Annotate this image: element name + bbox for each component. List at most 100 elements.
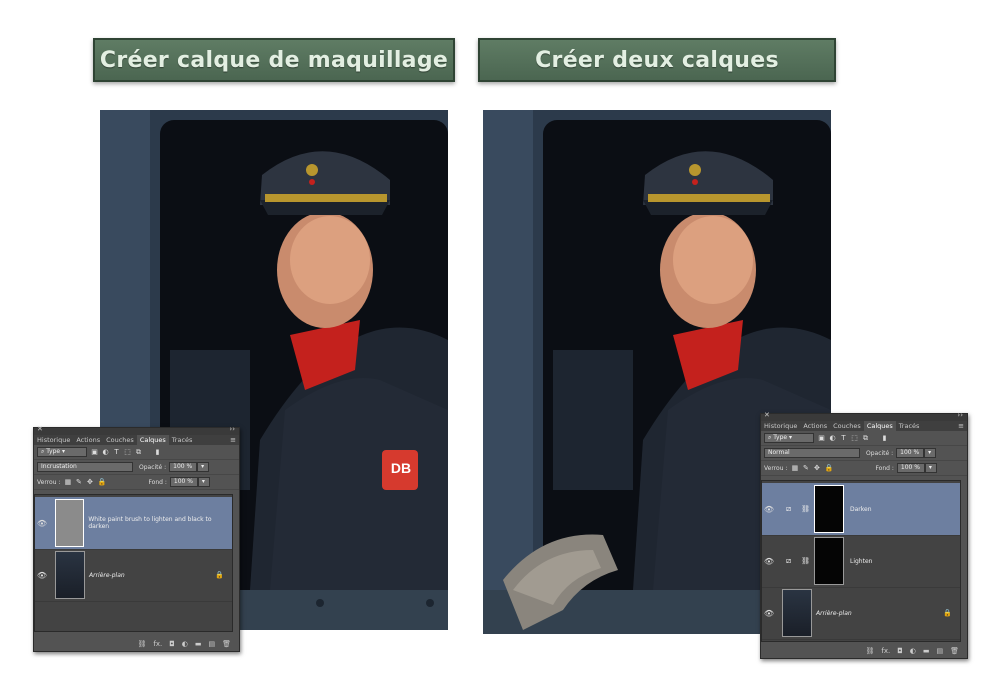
filter-toggle-icon[interactable]: ▮ bbox=[154, 448, 161, 456]
visibility-eye-icon[interactable]: 👁 bbox=[762, 609, 776, 618]
blend-mode-value: Normal bbox=[768, 449, 790, 456]
panel-tabs: Historique Actions Couches Calques Tracé… bbox=[761, 421, 967, 431]
type-filter-icon[interactable]: T bbox=[840, 434, 847, 442]
filter-select[interactable]: ⌕ Type ▾ bbox=[764, 433, 814, 443]
fill-input[interactable]: 100 % bbox=[896, 463, 925, 473]
adjustment-icon[interactable]: ◐ bbox=[910, 647, 916, 655]
chain-icon[interactable]: ⛓ bbox=[801, 505, 810, 513]
layer-row-makeup[interactable]: 👁 White paint brush to lighten and black… bbox=[35, 497, 232, 550]
layer-name: Darken bbox=[849, 505, 872, 513]
visibility-eye-icon[interactable]: 👁 bbox=[35, 571, 49, 580]
blend-mode-select[interactable]: Incrustation bbox=[37, 462, 133, 472]
folder-icon[interactable]: ▬ bbox=[923, 647, 930, 655]
fill-label: Fond : bbox=[875, 464, 894, 472]
fill-dropdown[interactable]: ▾ bbox=[924, 463, 937, 473]
new-layer-icon[interactable]: ▤ bbox=[936, 647, 943, 655]
new-layer-icon[interactable]: ▤ bbox=[208, 640, 215, 648]
adjustment-filter-icon[interactable]: ◐ bbox=[102, 448, 109, 456]
type-filter-icon[interactable]: T bbox=[113, 448, 120, 456]
lock-transparency-icon[interactable]: ▦ bbox=[64, 478, 72, 486]
layer-row-lighten[interactable]: 👁 ⧄ ⛓ Lighten bbox=[762, 535, 960, 588]
fill-label: Fond : bbox=[148, 478, 167, 486]
lock-label: Verrou : bbox=[37, 478, 61, 486]
lock-all-icon[interactable]: 🔒 bbox=[824, 464, 833, 472]
visibility-eye-icon[interactable]: 👁 bbox=[35, 519, 49, 528]
blend-row: Normal Opacité : 100 % ▾ bbox=[761, 446, 967, 461]
fx-icon[interactable]: fx. bbox=[153, 640, 162, 648]
curves-adjustment-icon: ⧄ bbox=[786, 504, 792, 513]
trash-icon[interactable]: 🗑 bbox=[222, 640, 231, 648]
title-right: Créer deux calques bbox=[478, 38, 836, 82]
tab-couches[interactable]: Couches bbox=[830, 421, 864, 431]
tab-traces[interactable]: Tracés bbox=[896, 421, 923, 431]
opacity-input[interactable]: 100 % bbox=[169, 462, 198, 472]
lock-pixels-icon[interactable]: ✎ bbox=[75, 478, 82, 486]
filter-row: ⌕ Type ▾ ▣ ◐ T ⬚ ⧉ ▮ bbox=[761, 431, 967, 446]
lock-row: Verrou : ▦ ✎ ✥ 🔒 Fond : 100 % ▾ bbox=[34, 475, 239, 490]
fx-icon[interactable]: fx. bbox=[881, 647, 890, 655]
adjustment-filter-icon[interactable]: ◐ bbox=[829, 434, 836, 442]
lock-position-icon[interactable]: ✥ bbox=[813, 464, 820, 472]
adjustment-icon[interactable]: ◐ bbox=[182, 640, 188, 648]
pixel-filter-icon[interactable]: ▣ bbox=[818, 434, 825, 442]
tab-actions[interactable]: Actions bbox=[73, 435, 103, 445]
smart-filter-icon[interactable]: ⧉ bbox=[862, 434, 869, 442]
layer-mask-thumbnail bbox=[813, 485, 844, 533]
filter-toggle-icon[interactable]: ▮ bbox=[881, 434, 888, 442]
opacity-input[interactable]: 100 % bbox=[896, 448, 925, 458]
lock-transparency-icon[interactable]: ▦ bbox=[791, 464, 799, 472]
blend-mode-select[interactable]: Normal bbox=[764, 448, 860, 458]
collapse-icon[interactable]: ›› bbox=[957, 411, 963, 419]
fill-input[interactable]: 100 % bbox=[169, 477, 198, 487]
link-icon[interactable]: ⛓ bbox=[865, 647, 874, 655]
chain-icon[interactable]: ⛓ bbox=[801, 557, 810, 565]
blend-mode-value: Incrustation bbox=[41, 463, 77, 470]
mask-icon[interactable]: ◘ bbox=[169, 640, 175, 648]
lock-position-icon[interactable]: ✥ bbox=[86, 478, 93, 486]
layers-panel-right: ✕ ›› Historique Actions Couches Calques … bbox=[760, 411, 968, 659]
panel-menu-icon[interactable]: ≡ bbox=[958, 421, 964, 431]
tab-calques[interactable]: Calques bbox=[136, 435, 169, 445]
tab-traces[interactable]: Tracés bbox=[169, 435, 196, 445]
panel-titlebar: ✕ ›› bbox=[761, 411, 967, 421]
lock-all-icon[interactable]: 🔒 bbox=[97, 478, 106, 486]
close-icon[interactable]: ✕ bbox=[764, 411, 770, 419]
link-icon[interactable]: ⛓ bbox=[137, 640, 146, 648]
layer-row-darken[interactable]: 👁 ⧄ ⛓ Darken bbox=[762, 483, 960, 536]
title-left: Créer calque de maquillage bbox=[93, 38, 455, 82]
filter-label: Type bbox=[773, 434, 788, 441]
fill-dropdown[interactable]: ▾ bbox=[197, 477, 210, 487]
tab-calques[interactable]: Calques bbox=[863, 421, 896, 431]
folder-icon[interactable]: ▬ bbox=[195, 640, 202, 648]
mask-icon[interactable]: ◘ bbox=[897, 647, 903, 655]
panel-menu-icon[interactable]: ≡ bbox=[230, 435, 236, 445]
opacity-dropdown[interactable]: ▾ bbox=[197, 462, 210, 472]
shape-filter-icon[interactable]: ⬚ bbox=[851, 434, 858, 442]
trash-icon[interactable]: 🗑 bbox=[950, 647, 959, 655]
lock-pixels-icon[interactable]: ✎ bbox=[802, 464, 809, 472]
pixel-filter-icon[interactable]: ▣ bbox=[91, 448, 98, 456]
visibility-eye-icon[interactable]: 👁 bbox=[762, 505, 776, 514]
close-icon[interactable]: ✕ bbox=[37, 425, 43, 433]
opacity-dropdown[interactable]: ▾ bbox=[924, 448, 937, 458]
tab-historique[interactable]: Historique bbox=[761, 421, 800, 431]
lock-icon: 🔒 bbox=[215, 571, 224, 579]
collapse-icon[interactable]: ›› bbox=[229, 425, 235, 433]
panel-tabs: Historique Actions Couches Calques Tracé… bbox=[34, 435, 239, 445]
shape-filter-icon[interactable]: ⬚ bbox=[124, 448, 131, 456]
layers-panel-left: ✕ ›› Historique Actions Couches Calques … bbox=[33, 425, 240, 652]
blend-row: Incrustation Opacité : 100 % ▾ bbox=[34, 460, 239, 475]
layer-mask-thumbnail bbox=[813, 537, 844, 585]
layer-row-background[interactable]: 👁 Arrière-plan 🔒 bbox=[35, 549, 232, 602]
visibility-eye-icon[interactable]: 👁 bbox=[762, 557, 776, 566]
lock-label: Verrou : bbox=[764, 464, 788, 472]
layer-row-background[interactable]: 👁 Arrière-plan 🔒 bbox=[762, 587, 960, 640]
smart-filter-icon[interactable]: ⧉ bbox=[135, 448, 142, 456]
layer-name: Arrière-plan bbox=[89, 571, 125, 579]
tab-actions[interactable]: Actions bbox=[800, 421, 830, 431]
tab-couches[interactable]: Couches bbox=[103, 435, 137, 445]
filter-select[interactable]: ⌕ Type ▾ bbox=[37, 447, 87, 457]
layer-name: Lighten bbox=[849, 557, 873, 565]
tab-historique[interactable]: Historique bbox=[34, 435, 73, 445]
layer-name: White paint brush to lighten and black t… bbox=[88, 516, 212, 530]
